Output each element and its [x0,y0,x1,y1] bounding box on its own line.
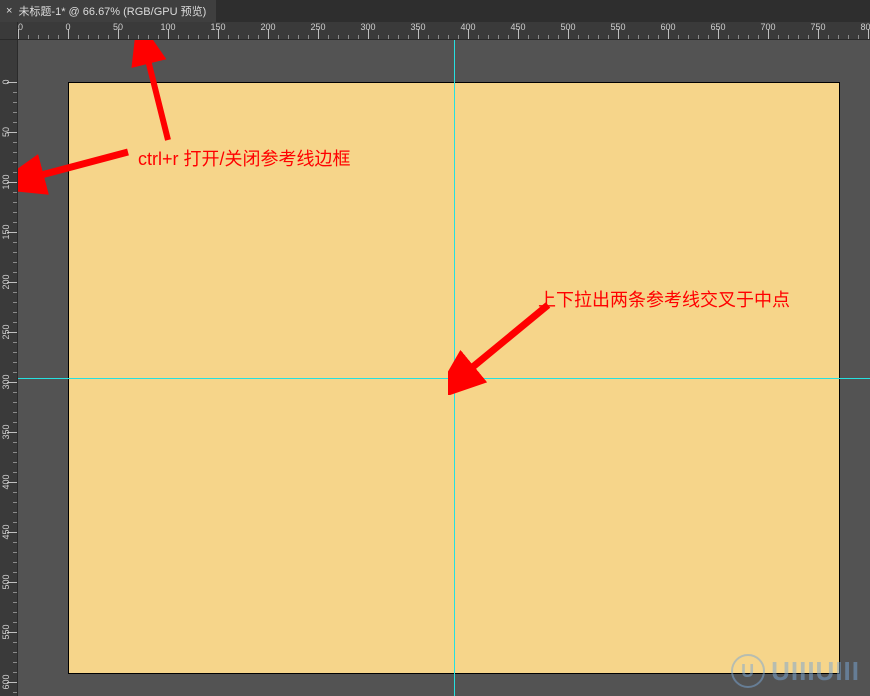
ruler-h-label: 250 [310,22,325,32]
ruler-v-label: 300 [1,374,11,389]
ruler-h-label: 600 [660,22,675,32]
ruler-h-label: 450 [510,22,525,32]
ruler-v-label: 550 [1,624,11,639]
ruler-h-label: 750 [810,22,825,32]
ruler-h-label: 650 [710,22,725,32]
ruler-h-label: 700 [760,22,775,32]
ruler-h-label: 300 [360,22,375,32]
ruler-h-label: 350 [410,22,425,32]
ruler-v-label: 500 [1,574,11,589]
ruler-v-label: 450 [1,524,11,539]
ruler-h-label: 50 [18,22,23,32]
ruler-h-label: 550 [610,22,625,32]
ruler-h-label: 50 [113,22,123,32]
document-tab-bar: × 未标题-1* @ 66.67% (RGB/GPU 预览) [0,0,870,22]
ruler-v-label: 0 [1,79,11,84]
ruler-h-label: 800 [860,22,870,32]
ruler-v-label: 150 [1,224,11,239]
document-title: 未标题-1* @ 66.67% (RGB/GPU 预览) [18,3,206,19]
annotation-guide-cross: 上下拉出两条参考线交叉于中点 [538,286,790,312]
ruler-v-label: 350 [1,424,11,439]
ruler-v-label: 250 [1,324,11,339]
horizontal-ruler[interactable]: 5005010015020025030035040045050055060065… [18,22,870,40]
document-tab[interactable]: × 未标题-1* @ 66.67% (RGB/GPU 预览) [0,0,216,22]
close-icon[interactable]: × [6,5,12,17]
ruler-h-label: 200 [260,22,275,32]
watermark: U UIIIUIII [731,654,860,688]
vertical-ruler[interactable]: 050100150200250300350400450500550600650 [0,40,18,696]
annotation-ruler-shortcut: ctrl+r 打开/关闭参考线边框 [138,145,351,171]
watermark-text: UIIIUIII [771,656,860,687]
ruler-v-label: 200 [1,274,11,289]
canvas-workspace[interactable]: ctrl+r 打开/关闭参考线边框 上下拉出两条参考线交叉于中点 U UIIIU… [18,40,870,696]
ruler-v-label: 600 [1,674,11,689]
ruler-h-label: 150 [210,22,225,32]
watermark-icon: U [731,654,765,688]
ruler-v-label: 100 [1,174,11,189]
vertical-guide[interactable] [454,40,455,696]
ruler-origin-corner[interactable] [0,22,18,40]
ruler-h-label: 100 [160,22,175,32]
ruler-h-label: 500 [560,22,575,32]
ruler-v-label: 400 [1,474,11,489]
ruler-v-label: 50 [1,127,11,137]
ruler-h-label: 400 [460,22,475,32]
horizontal-guide[interactable] [18,378,870,379]
ruler-h-label: 0 [65,22,70,32]
